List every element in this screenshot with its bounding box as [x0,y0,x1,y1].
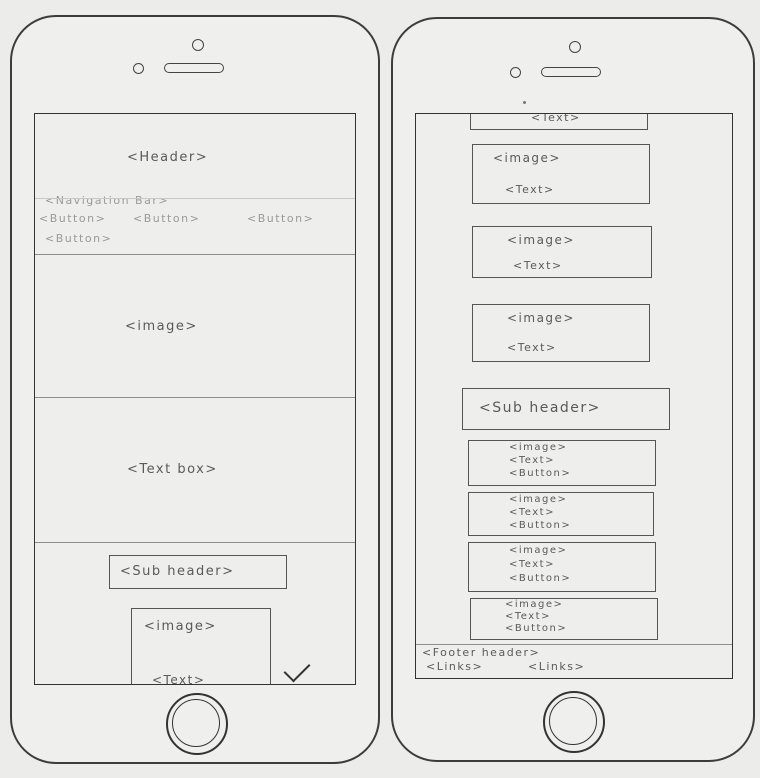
list-item-1-image: <image> [509,442,568,453]
card-1-text: <Text> [505,183,555,196]
card[interactable]: <image> <Text> [131,608,271,685]
list-item-3-button[interactable]: <Button> [509,573,571,584]
list-item-4-image: <image> [505,599,564,610]
list-item-2-text: <Text> [509,507,555,518]
list-item-1-text: <Text> [509,455,555,466]
list-item-2-image: <image> [509,494,568,505]
top-card[interactable]: <Text> [470,113,648,130]
nav-button-3[interactable]: <Button> [247,212,314,225]
home-button[interactable] [543,691,605,753]
footer-divider [416,644,732,645]
card-3-text: <Text> [507,341,557,354]
text-box: <Text box> [127,462,218,477]
screen-left: <Header> <Navigation Bar> <Button> <Butt… [34,113,356,685]
card-3-image: <image> [507,311,575,325]
check-mark-icon [283,655,311,683]
list-item-2-button[interactable]: <Button> [509,520,571,531]
card-image: <image> [144,619,217,634]
camera-icon [133,63,144,74]
sub-header-box: <Sub header> [462,388,670,430]
list-item-3-text: <Text> [509,559,555,570]
list-item-1[interactable]: <image> <Text> <Button> [468,440,656,486]
list-item-4-button[interactable]: <Button> [505,623,567,634]
header: <Header> [127,150,209,165]
screen-right: <Text> <image> <Text> <image> <Text> <im… [415,113,733,679]
speaker-icon [541,67,601,77]
card-2[interactable]: <image> <Text> [472,226,652,278]
sub-header: <Sub header> [479,400,601,416]
card-2-text: <Text> [513,259,563,272]
sub-header-box: <Sub header> [109,555,287,589]
nav-button-4[interactable]: <Button> [45,232,112,245]
sub-header: <Sub header> [120,564,235,579]
footer-header: <Footer header> [422,646,541,659]
list-item-4-text: <Text> [505,611,551,622]
nav-divider-bottom [35,254,355,255]
nav-button-1[interactable]: <Button> [39,212,106,225]
nav-button-2[interactable]: <Button> [133,212,200,225]
camera-icon [510,67,521,78]
smudge-dot [523,101,526,104]
card-1-image: <image> [493,151,561,165]
nav-bar[interactable]: <Navigation Bar> [45,194,169,207]
text-divider [35,542,355,543]
top-card-text: <Text> [531,113,581,124]
phone-frame-right: <Text> <image> <Text> <image> <Text> <im… [391,17,755,762]
list-item-1-button[interactable]: <Button> [509,468,571,479]
sensor-icon [192,39,204,51]
speaker-icon [164,63,224,73]
card-3[interactable]: <image> <Text> [472,304,650,362]
phone-frame-left: <Header> <Navigation Bar> <Button> <Butt… [10,15,380,764]
image-divider [35,397,355,398]
footer-link-1[interactable]: <Links> [426,660,483,673]
list-item-3[interactable]: <image> <Text> <Button> [468,542,656,592]
list-item-2[interactable]: <image> <Text> <Button> [468,492,654,536]
nav-divider-top [35,198,355,199]
list-item-4[interactable]: <image> <Text> <Button> [470,598,658,640]
sensor-icon [569,41,581,53]
list-item-3-image: <image> [509,545,568,556]
card-text: <Text> [152,673,206,685]
card-2-image: <image> [507,233,575,247]
hero-image: <image> [125,319,198,334]
home-button[interactable] [166,693,228,755]
footer-link-2[interactable]: <Links> [528,660,585,673]
card-1[interactable]: <image> <Text> [472,144,650,204]
